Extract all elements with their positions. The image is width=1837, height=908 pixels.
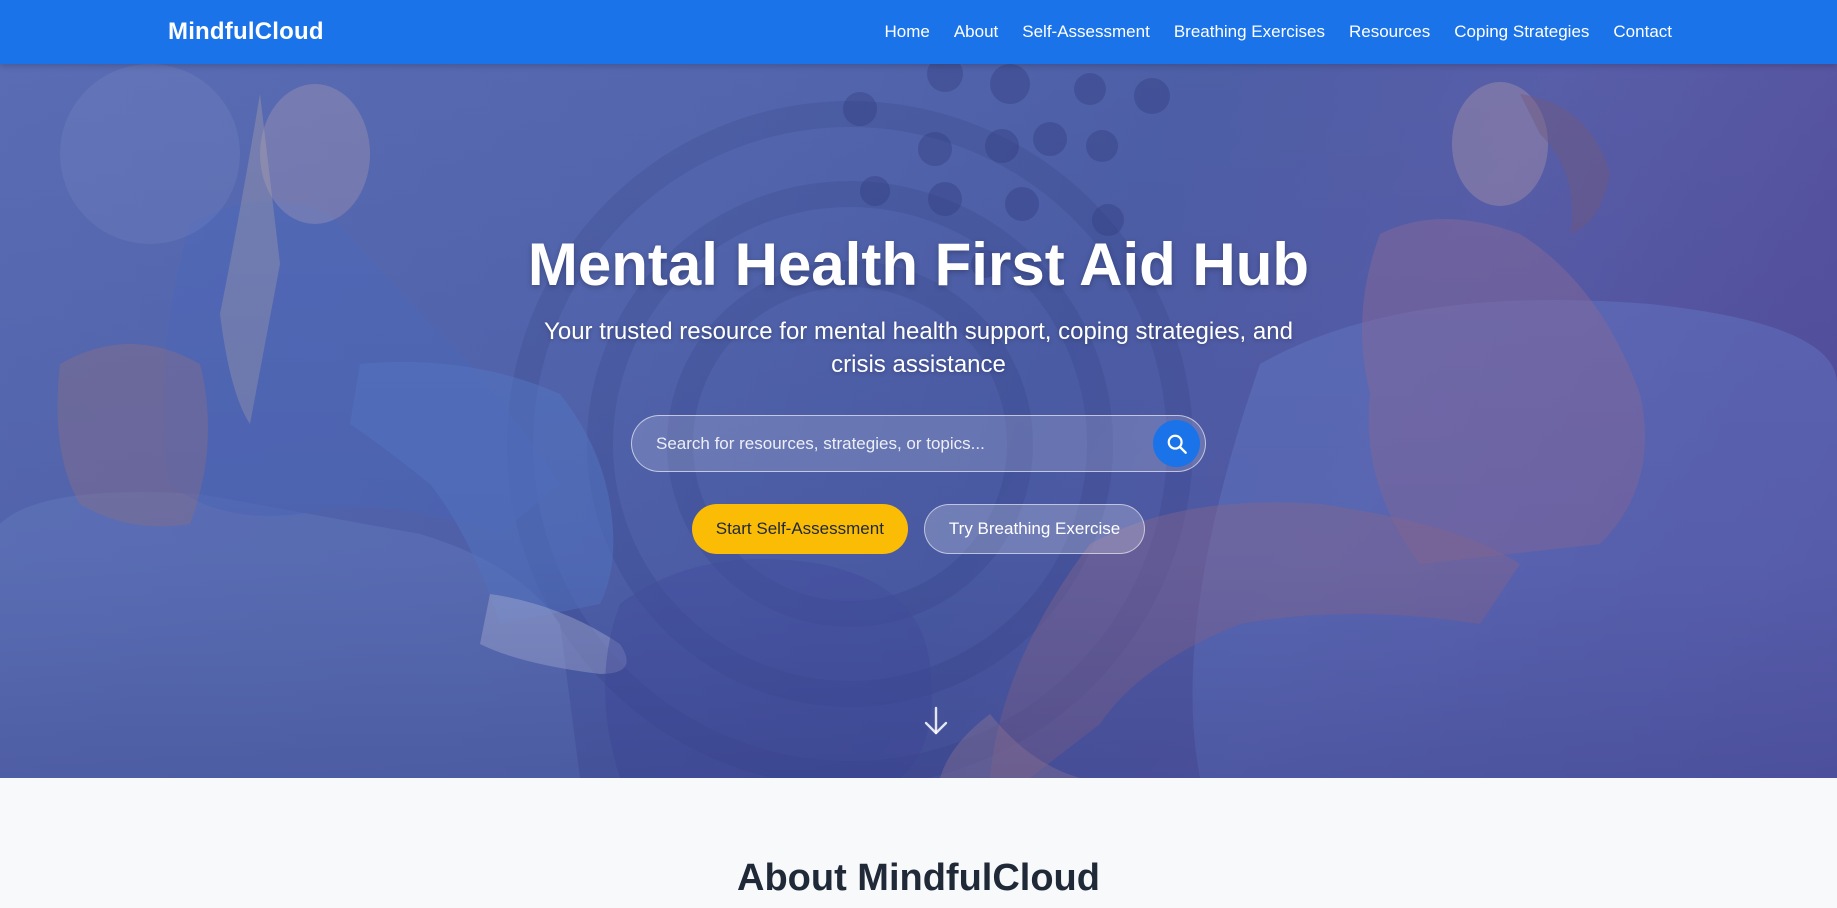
search-input[interactable] bbox=[632, 416, 1205, 471]
arrow-down-icon[interactable] bbox=[923, 706, 949, 736]
try-breathing-exercise-button[interactable]: Try Breathing Exercise bbox=[923, 504, 1146, 554]
hero-cta-row: Start Self-Assessment Try Breathing Exer… bbox=[691, 504, 1146, 554]
top-navbar: MindfulCloud Home About Self-Assessment … bbox=[0, 0, 1837, 64]
hero-title: Mental Health First Aid Hub bbox=[527, 231, 1310, 298]
hero-section: Mental Health First Aid Hub Your trusted… bbox=[0, 64, 1837, 778]
nav-link-breathing-exercises[interactable]: Breathing Exercises bbox=[1174, 22, 1325, 42]
start-self-assessment-button[interactable]: Start Self-Assessment bbox=[691, 504, 908, 554]
about-section: About MindfulCloud bbox=[0, 778, 1837, 908]
about-title: About MindfulCloud bbox=[737, 857, 1100, 899]
brand-logo[interactable]: MindfulCloud bbox=[168, 18, 324, 46]
nav-link-home[interactable]: Home bbox=[884, 22, 929, 42]
nav-link-contact[interactable]: Contact bbox=[1613, 22, 1672, 42]
nav-link-self-assessment[interactable]: Self-Assessment bbox=[1022, 22, 1150, 42]
hero-subtitle: Your trusted resource for mental health … bbox=[544, 318, 1293, 378]
nav-link-resources[interactable]: Resources bbox=[1349, 22, 1430, 42]
search-icon bbox=[1167, 434, 1187, 454]
hero-content: Mental Health First Aid Hub Your trusted… bbox=[0, 64, 1837, 778]
search-button[interactable] bbox=[1153, 420, 1200, 467]
search-bar bbox=[631, 415, 1206, 472]
nav-link-about[interactable]: About bbox=[954, 22, 998, 42]
nav-link-coping-strategies[interactable]: Coping Strategies bbox=[1454, 22, 1589, 42]
nav-links: Home About Self-Assessment Breathing Exe… bbox=[884, 22, 1672, 42]
